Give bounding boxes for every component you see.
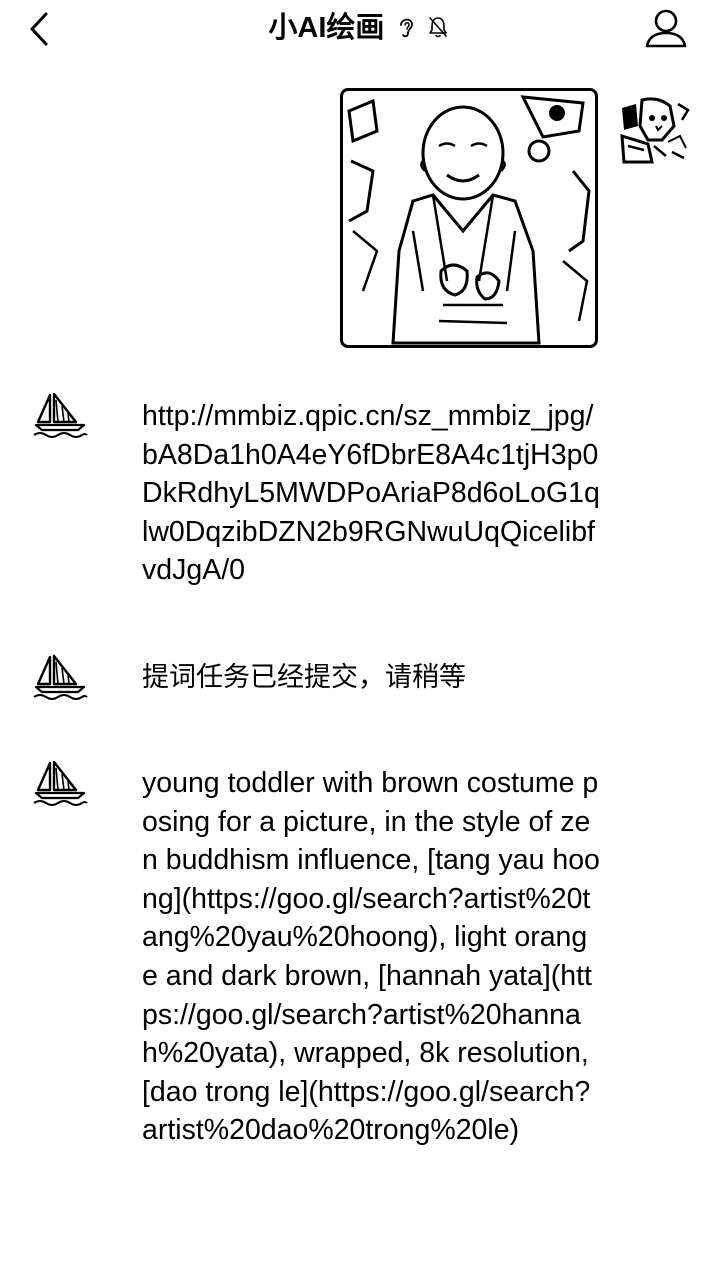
bot-message-text: http://mmbiz.qpic.cn/sz_mmbiz_jpg/bA8Da1…: [142, 400, 600, 587]
bot-message-text: young toddler with brown costume posing …: [142, 767, 600, 1147]
bell-slash-icon: [427, 10, 449, 50]
chat-title: 小AI绘画: [268, 12, 385, 44]
sailboat-icon: [33, 760, 88, 806]
ear-icon: [397, 10, 415, 50]
person-icon: [645, 9, 687, 48]
bot-avatar[interactable]: [32, 392, 88, 438]
dog-avatar-icon: [620, 97, 690, 164]
sailboat-icon: [33, 654, 88, 700]
monk-child-illustration: [347, 95, 591, 345]
bot-avatar[interactable]: [32, 654, 88, 700]
bot-avatar[interactable]: [32, 760, 88, 806]
profile-button[interactable]: [644, 8, 688, 50]
chat-header: 小AI绘画: [0, 0, 717, 60]
sailboat-icon: [33, 392, 88, 438]
bot-message-text: 提词任务已经提交，请稍等: [142, 662, 466, 693]
self-avatar[interactable]: [618, 96, 690, 166]
chat-title-area: 小AI绘画: [0, 8, 717, 50]
sent-image-message[interactable]: [340, 88, 598, 348]
